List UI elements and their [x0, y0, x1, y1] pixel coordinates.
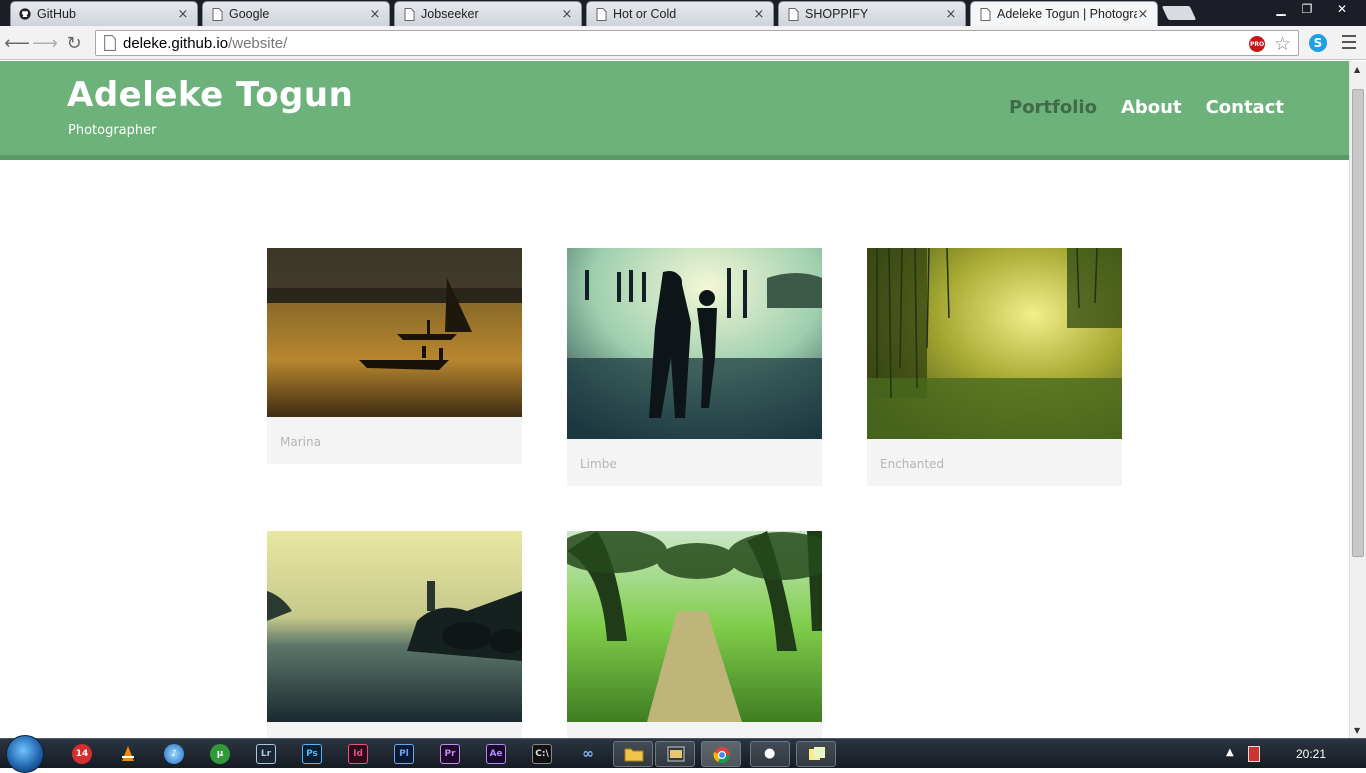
infinity-app-icon[interactable]: ∞ [578, 744, 598, 764]
chrome-icon [713, 747, 731, 764]
tab-title: Adeleke Togun | Photogra [997, 7, 1137, 21]
forward-icon[interactable]: ⟶ [32, 32, 58, 54]
address-bar[interactable]: deleke.github.io/website/ PRO ☆ [95, 30, 1299, 56]
photo-marina[interactable] [267, 248, 522, 417]
page-icon [403, 7, 415, 21]
nav-about[interactable]: About [1121, 97, 1182, 118]
page-scrollbar[interactable]: ▲ ▼ [1349, 61, 1366, 738]
browser-toolbar: ⟵ ⟶ ↻ deleke.github.io/website/ PRO ☆ S [0, 26, 1366, 60]
windows-taskbar: 14 ♪ µ Lr Ps Id Pl Pr Ae C:\ ∞ ● ▲ 20:21 [0, 735, 1366, 773]
utorrent-icon[interactable]: µ [210, 744, 230, 764]
close-icon[interactable]: × [753, 7, 765, 22]
skype-icon[interactable]: S [1309, 34, 1327, 52]
start-button[interactable] [6, 735, 44, 773]
scroll-up-icon[interactable]: ▲ [1354, 65, 1360, 74]
gallery-card[interactable]: Marina [267, 248, 522, 464]
scroll-thumb[interactable] [1352, 89, 1364, 557]
page-icon [211, 7, 223, 21]
photo-limbe[interactable] [567, 248, 822, 439]
lightroom-icon[interactable]: Lr [256, 744, 276, 764]
photo-palm-path[interactable] [567, 531, 822, 722]
chrome-menu-icon[interactable] [1342, 35, 1356, 49]
page-icon [979, 7, 991, 21]
prelude-icon[interactable]: Pl [394, 744, 414, 764]
card-caption: Limbe [580, 457, 617, 471]
nav-portfolio[interactable]: Portfolio [1009, 97, 1097, 118]
card-caption: Enchanted [880, 457, 945, 471]
site-subtitle: Photographer [68, 123, 157, 138]
gallery-card[interactable]: Enchanted [867, 248, 1122, 486]
close-icon[interactable]: × [1137, 7, 1149, 22]
taskbar-notes[interactable] [796, 741, 836, 767]
tab-title: GitHub [37, 7, 76, 21]
calendar-14-icon[interactable]: 14 [72, 744, 92, 764]
tab-hot-or-cold[interactable]: Hot or Cold × [586, 1, 774, 26]
tab-shoppify[interactable]: SHOPPIFY × [778, 1, 966, 26]
photo-enchanted[interactable] [867, 248, 1122, 439]
sticky-notes-icon [809, 747, 825, 760]
close-icon[interactable]: × [561, 7, 573, 22]
command-prompt-icon[interactable]: C:\ [532, 744, 552, 764]
chat-bubble-icon: ● [764, 746, 776, 761]
window-app-icon [667, 746, 685, 762]
site-title[interactable]: Adeleke Togun [67, 75, 353, 115]
bookmark-star-icon[interactable]: ☆ [1274, 33, 1291, 55]
taskbar-clock[interactable]: 20:21 [1296, 747, 1326, 761]
tab-github[interactable]: GitHub × [10, 1, 198, 26]
minimize-icon[interactable]: ▁ [1268, 0, 1294, 18]
gallery-card[interactable] [267, 531, 522, 738]
page-viewport: Adeleke Togun Photographer Portfolio Abo… [0, 61, 1349, 738]
tab-jobseeker[interactable]: Jobseeker × [394, 1, 582, 26]
scroll-down-icon[interactable]: ▼ [1354, 726, 1360, 735]
github-icon [19, 7, 31, 21]
photoshop-icon[interactable]: Ps [302, 744, 322, 764]
restore-icon[interactable]: ❐ [1294, 0, 1320, 18]
pro-extension-icon[interactable]: PRO [1249, 36, 1265, 52]
page-icon [787, 7, 799, 21]
indesign-icon[interactable]: Id [348, 744, 368, 764]
gallery-card[interactable]: Limbe [567, 248, 822, 486]
back-icon[interactable]: ⟵ [4, 32, 30, 54]
page-icon [595, 7, 607, 21]
battery-icon[interactable] [1248, 746, 1260, 762]
taskbar-chat[interactable]: ● [750, 741, 790, 767]
tab-title: Google [229, 7, 270, 21]
taskbar-window[interactable] [655, 741, 695, 767]
nav-contact[interactable]: Contact [1206, 97, 1284, 118]
tab-adeleke-togun[interactable]: Adeleke Togun | Photogra × [970, 1, 1158, 26]
card-caption: Marina [280, 435, 321, 449]
new-tab-button[interactable] [1161, 6, 1197, 20]
url-host: deleke.github.io [123, 34, 229, 52]
window-close-icon[interactable]: ✕ [1322, 0, 1362, 18]
photo-beach-sunset[interactable] [267, 531, 522, 722]
close-icon[interactable]: × [945, 7, 957, 22]
card-caption [567, 722, 822, 738]
vlc-icon[interactable] [118, 744, 138, 764]
close-icon[interactable]: × [177, 7, 189, 22]
close-icon[interactable]: × [369, 7, 381, 22]
url-path: /website/ [228, 34, 288, 52]
premiere-icon[interactable]: Pr [440, 744, 460, 764]
tab-title: Jobseeker [421, 7, 479, 21]
tab-google[interactable]: Google × [202, 1, 390, 26]
after-effects-icon[interactable]: Ae [486, 744, 506, 764]
card-caption [267, 722, 522, 738]
reload-icon[interactable]: ↻ [63, 32, 85, 54]
browser-tab-strip: GitHub × Google × Jobseeker × Hot or Col… [0, 0, 1366, 26]
taskbar-explorer[interactable] [613, 741, 653, 767]
site-header: Adeleke Togun Photographer Portfolio Abo… [0, 61, 1349, 160]
site-nav: Portfolio About Contact [1009, 97, 1284, 118]
tab-title: SHOPPIFY [805, 7, 869, 21]
tab-title: Hot or Cold [613, 7, 677, 21]
folder-icon [624, 748, 644, 762]
taskbar-chrome[interactable] [701, 741, 741, 767]
media-player-icon[interactable]: ♪ [164, 744, 184, 764]
tray-expand-icon[interactable]: ▲ [1226, 747, 1234, 758]
page-icon [104, 35, 116, 51]
gallery-card[interactable] [567, 531, 822, 738]
